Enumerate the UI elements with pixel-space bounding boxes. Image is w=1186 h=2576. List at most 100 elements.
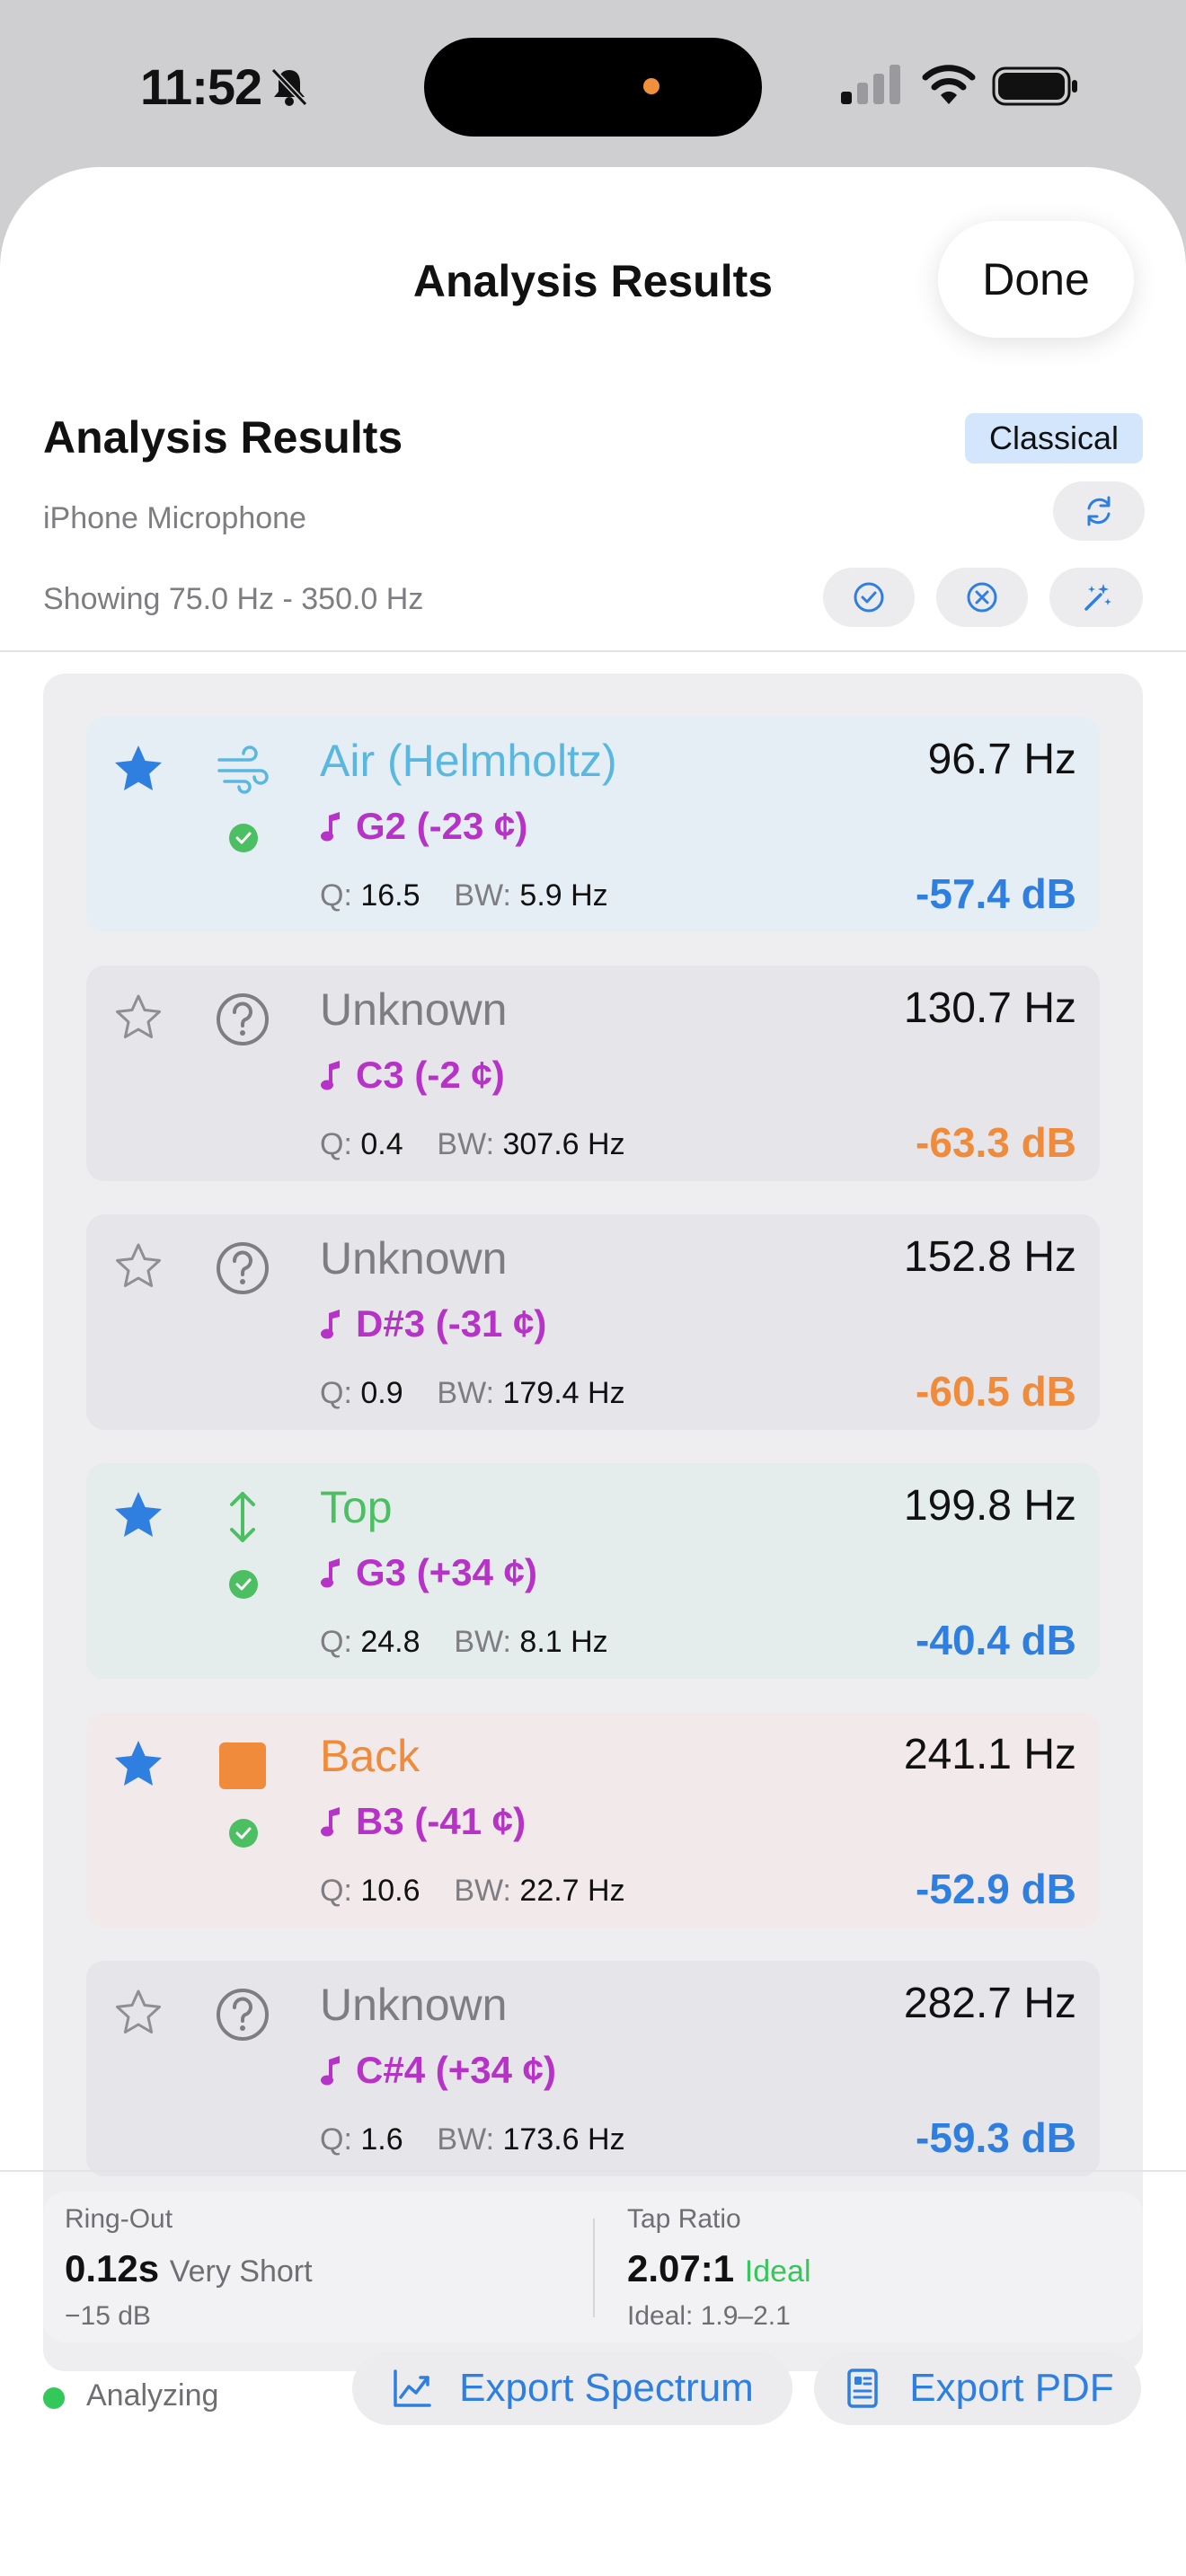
tap-ratio-label: Tap Ratio [627, 2204, 741, 2234]
peak-magnitude: -60.5 dB [916, 1368, 1076, 1415]
cellular-signal-icon [841, 65, 900, 104]
document-icon [847, 2369, 879, 2408]
peak-frequency: 96.7 Hz [927, 736, 1076, 783]
peak-note-text: B3 (-41 ¢) [356, 1800, 527, 1842]
frequency-range: Showing 75.0 Hz - 350.0 Hz [43, 582, 424, 616]
peak-name: Air (Helmholtz) [320, 736, 617, 786]
ringout-threshold: −15 dB [65, 2301, 151, 2331]
export-spectrum-button[interactable]: Export Spectrum [352, 2351, 792, 2425]
peak-card[interactable]: Top 199.8 Hz G3 (+34 ¢) Q: 24.8 BW: 8.1 … [86, 1463, 1100, 1679]
peak-note: B3 (-41 ¢) [320, 1800, 526, 1843]
peak-note: G3 (+34 ¢) [320, 1551, 537, 1594]
checkmark-circle-icon [229, 1570, 258, 1599]
peak-metrics: Q: 0.9 BW: 179.4 Hz [320, 1376, 625, 1410]
deselect-all-button[interactable] [936, 568, 1028, 627]
question-icon [217, 993, 269, 1045]
refresh-button[interactable] [1053, 481, 1145, 541]
peak-frequency: 199.8 Hz [903, 1482, 1076, 1530]
xmark-circle-icon [967, 582, 997, 613]
peak-card[interactable]: Back 241.1 Hz B3 (-41 ¢) Q: 10.6 BW: 22.… [86, 1712, 1100, 1928]
peak-metrics: Q: 1.6 BW: 173.6 Hz [320, 2122, 625, 2157]
battery-icon [992, 66, 1077, 106]
chart-line-icon [394, 2369, 431, 2407]
status-time: 11:52 [140, 58, 262, 115]
music-note-icon [321, 2056, 340, 2086]
auto-select-button[interactable] [1049, 568, 1143, 627]
export-pdf-button[interactable]: Export PDF [814, 2351, 1141, 2425]
peak-name: Unknown [320, 984, 508, 1035]
peak-card[interactable]: Air (Helmholtz) 96.7 Hz G2 (-23 ¢) Q: 16… [86, 717, 1100, 932]
question-icon [217, 1989, 269, 2041]
ringout-label: Ring-Out [65, 2204, 173, 2234]
music-note-icon [321, 812, 340, 842]
peak-name: Unknown [320, 1233, 508, 1284]
checkmark-circle-icon [229, 824, 258, 852]
peak-note: D#3 (-31 ¢) [320, 1302, 546, 1345]
star-filled-icon[interactable] [111, 1488, 165, 1542]
peak-note-text: C#4 (+34 ¢) [356, 2049, 556, 2091]
peak-note: C3 (-2 ¢) [320, 1054, 505, 1097]
wifi-icon [922, 65, 976, 104]
peak-frequency: 130.7 Hz [903, 984, 1076, 1032]
peak-note-text: G2 (-23 ¢) [356, 805, 528, 847]
bell-slash-icon [270, 67, 308, 107]
peak-frequency: 282.7 Hz [903, 1980, 1076, 2027]
star-outline-icon[interactable] [111, 1239, 165, 1293]
summary-stats: Ring-Out 0.12s Very Short −15 dB Tap Rat… [43, 2192, 1143, 2342]
music-note-icon [321, 1558, 340, 1588]
wind-icon [217, 745, 269, 794]
peak-note-text: C3 (-2 ¢) [356, 1054, 505, 1096]
refresh-icon [1087, 496, 1111, 526]
star-filled-icon[interactable] [111, 1737, 165, 1791]
tap-ratio-ideal-range: Ideal: 1.9–2.1 [627, 2301, 791, 2331]
peak-magnitude: -57.4 dB [916, 870, 1076, 917]
peak-note: G2 (-23 ¢) [320, 805, 527, 848]
select-all-button[interactable] [823, 568, 915, 627]
status-bar: 11:52 [0, 0, 1186, 171]
done-button[interactable]: Done [938, 221, 1134, 338]
magic-wand-icon [1084, 584, 1111, 611]
peak-list[interactable]: Air (Helmholtz) 96.7 Hz G2 (-23 ¢) Q: 16… [43, 674, 1143, 2371]
analyzing-indicator-dot [43, 2387, 65, 2409]
peak-frequency: 152.8 Hz [903, 1233, 1076, 1281]
square-icon [219, 1742, 266, 1789]
analyzing-status: Analyzing [86, 2378, 219, 2413]
peak-name: Back [320, 1731, 420, 1781]
checkmark-circle-icon [854, 582, 884, 613]
peak-note: C#4 (+34 ¢) [320, 2049, 556, 2092]
ringout-qualifier: Very Short [169, 2254, 313, 2289]
peak-card[interactable]: Unknown 130.7 Hz C3 (-2 ¢) Q: 0.4 BW: 30… [86, 966, 1100, 1181]
peak-name: Top [320, 1482, 393, 1532]
peak-metrics: Q: 16.5 BW: 5.9 Hz [320, 878, 608, 913]
stats-divider [593, 2219, 595, 2317]
peak-frequency: 241.1 Hz [903, 1731, 1076, 1778]
checkmark-circle-icon [229, 1819, 258, 1848]
star-filled-icon[interactable] [111, 742, 165, 796]
peak-metrics: Q: 0.4 BW: 307.6 Hz [320, 1127, 625, 1161]
audio-source: iPhone Microphone [43, 501, 306, 535]
section-title: Analysis Results [43, 412, 403, 463]
header-divider [0, 650, 1186, 652]
music-note-icon [321, 1310, 340, 1339]
instrument-badge: Classical [965, 413, 1143, 463]
peak-note-text: D#3 (-31 ¢) [356, 1302, 547, 1345]
mic-indicator-dot [643, 78, 659, 94]
footer-divider [0, 2170, 1186, 2172]
export-spectrum-label: Export Spectrum [459, 2366, 754, 2410]
peak-magnitude: -59.3 dB [916, 2114, 1076, 2161]
tap-ratio-qualifier: Ideal [744, 2254, 811, 2289]
star-outline-icon[interactable] [111, 991, 165, 1045]
ringout-value: 0.12s Very Short [65, 2247, 313, 2289]
dynamic-island [424, 38, 762, 137]
peak-magnitude: -63.3 dB [916, 1119, 1076, 1166]
star-outline-icon[interactable] [111, 1986, 165, 2040]
peak-name: Unknown [320, 1980, 508, 2030]
peak-card[interactable]: Unknown 282.7 Hz C#4 (+34 ¢) Q: 1.6 BW: … [86, 1961, 1100, 2176]
export-pdf-label: Export PDF [909, 2366, 1114, 2410]
peak-magnitude: -52.9 dB [916, 1866, 1076, 1912]
question-icon [217, 1242, 269, 1294]
peak-note-text: G3 (+34 ¢) [356, 1551, 537, 1593]
peak-card[interactable]: Unknown 152.8 Hz D#3 (-31 ¢) Q: 0.9 BW: … [86, 1214, 1100, 1430]
analysis-sheet: Analysis Results Done Analysis Results C… [0, 167, 1186, 2576]
tap-ratio-value: 2.07:1 Ideal [627, 2247, 811, 2289]
